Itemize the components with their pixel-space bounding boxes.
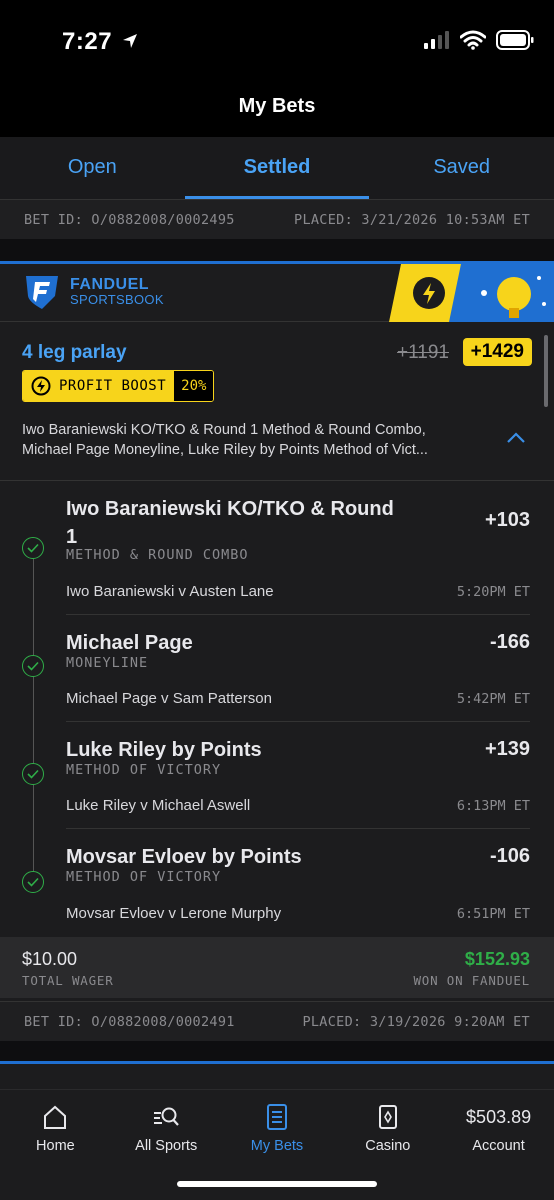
leg-selection: Michael Page — [66, 632, 193, 654]
boost-bolt-icon — [31, 376, 51, 396]
leg-time: 6:51PM ET — [456, 906, 530, 922]
nav-home[interactable]: Home — [0, 1090, 111, 1200]
won-label: WON ON FANDUEL — [413, 973, 530, 988]
win-check-icon — [22, 655, 44, 677]
bets-list[interactable]: BET ID: O/0882008/0002495 PLACED: 3/21/2… — [0, 199, 554, 1089]
previous-bet-id-row: BET ID: O/0882008/0002495 PLACED: 3/21/2… — [0, 199, 554, 239]
cards-icon — [378, 1105, 397, 1129]
account-balance: $503.89 — [466, 1107, 532, 1127]
next-bet-card[interactable] — [0, 1061, 554, 1089]
home-icon — [44, 1105, 67, 1129]
leg-market: METHOD OF VICTORY — [66, 869, 222, 885]
leg-odds: +103 — [484, 509, 530, 531]
page-header: My Bets — [0, 85, 554, 137]
parlay-leg[interactable]: Iwo Baraniewski KO/TKO & Round 1 METHOD … — [66, 481, 530, 615]
leg-market: METHOD OF VICTORY — [66, 762, 222, 778]
status-icons — [424, 30, 534, 50]
bet-summary: Iwo Baraniewski KO/TKO & Round 1 Method … — [22, 420, 492, 460]
wifi-icon — [460, 30, 486, 50]
battery-icon — [496, 30, 534, 50]
leg-market: METHOD & ROUND COMBO — [66, 547, 249, 563]
win-check-icon — [22, 537, 44, 559]
bet-tabs: Open Settled Saved — [0, 137, 554, 199]
leg-time: 5:42PM ET — [456, 691, 530, 707]
nav-label: My Bets — [250, 1138, 304, 1154]
summary-line: Iwo Baraniewski KO/TKO & Round 1 Method … — [22, 422, 426, 438]
fanduel-shield-icon — [26, 276, 58, 309]
leg-selection: Iwo Baraniewski KO/TKO & Round 1 — [66, 498, 394, 548]
parlay-leg[interactable]: Luke Riley by Points METHOD OF VICTORY +… — [66, 722, 530, 829]
leg-market: MONEYLINE — [66, 655, 149, 671]
leg-odds: -166 — [489, 631, 530, 653]
brand-name: FANDUEL — [70, 276, 150, 293]
home-indicator[interactable] — [177, 1181, 377, 1187]
bet-card[interactable]: FANDUEL SPORTSBOOK 4 leg parlay +1191 +1… — [0, 261, 554, 1041]
placed-date: PLACED: 3/19/2026 9:20AM ET — [302, 1013, 530, 1030]
boost-percent: 20% — [174, 371, 214, 401]
leg-selection: Luke Riley by Points — [66, 739, 262, 761]
leg-event: Movsar Evloev v Lerone Murphy — [66, 905, 282, 922]
nav-label: Casino — [365, 1138, 411, 1154]
placed-date: PLACED: 3/21/2026 10:53AM ET — [294, 211, 530, 228]
wager-summary: $10.00 TOTAL WAGER $152.93 WON ON FANDUE… — [0, 937, 554, 998]
win-check-icon — [22, 763, 44, 785]
bet-id: BET ID: O/0882008/0002495 — [24, 211, 235, 228]
nav-label: All Sports — [135, 1138, 198, 1154]
status-bar: 7:27 — [0, 0, 554, 85]
tab-settled[interactable]: Settled — [184, 137, 370, 199]
promo-banner-graphic — [389, 264, 554, 322]
boost-label: PROFIT BOOST — [59, 378, 167, 394]
original-odds: +1191 — [397, 342, 449, 363]
signal-icon — [424, 31, 449, 49]
profit-boost-badge: PROFIT BOOST 20% — [22, 370, 215, 402]
leg-selection: Movsar Evloev by Points — [66, 846, 302, 868]
search-sports-icon — [154, 1107, 180, 1126]
parlay-leg[interactable]: Movsar Evloev by Points METHOD OF VICTOR… — [66, 829, 530, 936]
bet-id-row: BET ID: O/0882008/0002491 PLACED: 3/19/2… — [0, 1001, 554, 1041]
total-wager-amount: $10.00 — [22, 949, 78, 969]
tab-saved[interactable]: Saved — [369, 137, 554, 199]
boosted-odds: +1429 — [462, 338, 532, 366]
fanduel-logo: FANDUEL SPORTSBOOK — [22, 274, 164, 310]
scrollbar[interactable] — [544, 335, 548, 407]
timeline-line — [33, 547, 34, 882]
parlay-legs: Iwo Baraniewski KO/TKO & Round 1 METHOD … — [0, 481, 554, 937]
leg-event: Iwo Baraniewski v Austen Lane — [66, 583, 274, 600]
nav-label: Account — [472, 1138, 525, 1154]
location-arrow-icon — [123, 34, 138, 48]
status-time: 7:27 — [62, 28, 139, 56]
leg-odds: +139 — [484, 738, 530, 760]
won-amount: $152.93 — [464, 949, 530, 969]
parlay-leg[interactable]: Michael Page MONEYLINE -166 Michael Page… — [66, 615, 530, 722]
leg-event: Luke Riley v Michael Aswell — [66, 797, 251, 814]
nav-label: Home — [36, 1138, 75, 1154]
page-title: My Bets — [238, 95, 316, 117]
win-check-icon — [22, 871, 44, 893]
leg-time: 6:13PM ET — [456, 798, 530, 814]
chevron-up-icon[interactable] — [506, 432, 526, 444]
bet-slip-icon — [266, 1104, 287, 1130]
leg-event: Michael Page v Sam Patterson — [66, 690, 272, 707]
clock-text: 7:27 — [62, 28, 113, 55]
bet-id: BET ID: O/0882008/0002491 — [24, 1013, 235, 1030]
leg-time: 5:20PM ET — [456, 584, 530, 600]
brand-sub: SPORTSBOOK — [70, 292, 164, 307]
summary-line: Michael Page Moneyline, Luke Riley by Po… — [22, 442, 428, 458]
brand-row: FANDUEL SPORTSBOOK — [0, 264, 554, 322]
tab-open[interactable]: Open — [0, 137, 185, 199]
bet-type: 4 leg parlay — [22, 342, 127, 363]
bet-header[interactable]: 4 leg parlay +1191 +1429 PROFIT BOOST 20… — [0, 322, 554, 481]
total-wager-label: TOTAL WAGER — [22, 973, 114, 988]
nav-account[interactable]: $503.89 Account — [443, 1090, 554, 1200]
leg-odds: -106 — [489, 845, 530, 867]
